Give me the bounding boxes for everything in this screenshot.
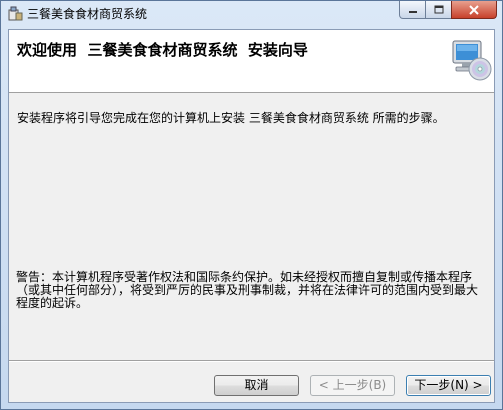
title-bar[interactable]: 三餐美食食材商贸系统 [1, 1, 502, 25]
installer-window: 三餐美食食材商贸系统 欢迎使用 三餐美食食材商贸系统 安装向导 安装程序将引导您… [0, 0, 503, 410]
close-icon [469, 4, 479, 15]
computer-disc-icon [452, 40, 492, 81]
copyright-warning: 警告：本计算机程序受著作权法和国际条约保护。如未经授权而擅自复制或传播本程序（或… [16, 270, 479, 310]
window-title: 三餐美食食材商贸系统 [27, 7, 148, 21]
maximize-icon [434, 5, 443, 14]
footer-divider [9, 360, 494, 362]
cancel-button[interactable]: 取消 [214, 375, 299, 396]
wizard-banner: 欢迎使用 三餐美食食材商贸系统 安装向导 [9, 30, 494, 93]
wizard-client-area: 欢迎使用 三餐美食食材商贸系统 安装向导 安装程序将引导您完成在您的计算机上安装… [8, 29, 495, 403]
banner-heading: 欢迎使用 三餐美食食材商贸系统 安装向导 [17, 41, 308, 59]
installer-icon [8, 6, 23, 21]
minimize-icon [408, 10, 417, 13]
next-button[interactable]: 下一步(N) > [406, 375, 491, 396]
back-button[interactable]: < 上一步(B) [310, 375, 395, 396]
close-button[interactable] [451, 1, 497, 19]
intro-text: 安装程序将引导您完成在您的计算机上安装 三餐美食食材商贸系统 所需的步骤。 [17, 111, 445, 125]
minimize-button[interactable] [399, 1, 426, 19]
maximize-button[interactable] [425, 1, 452, 19]
